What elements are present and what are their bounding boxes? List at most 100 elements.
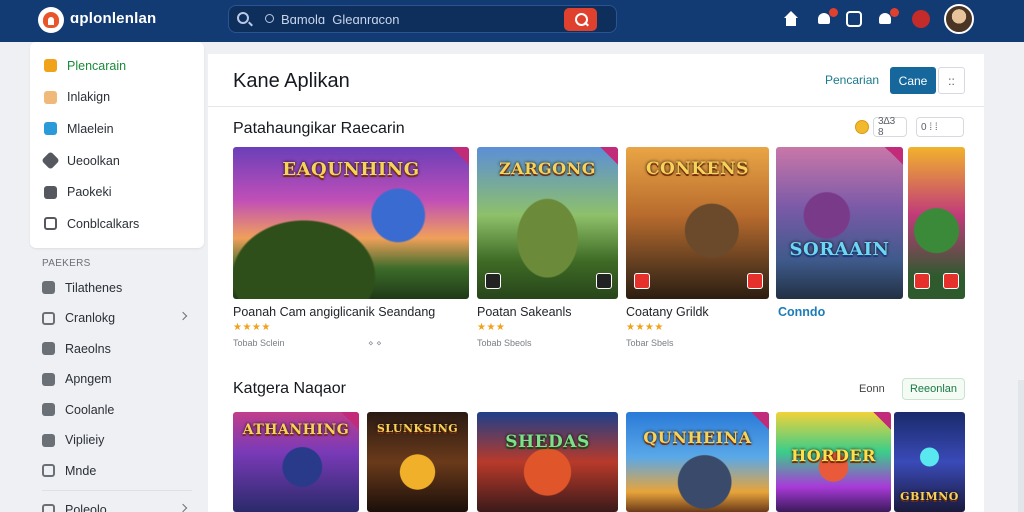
sidebar-item-raeolns[interactable]: Raeolns xyxy=(30,334,204,365)
game-card[interactable]: EAQUNHING xyxy=(233,147,469,299)
document-icon xyxy=(42,342,55,356)
game-card[interactable]: ATHANHING xyxy=(233,412,359,512)
ring-icon xyxy=(42,311,55,325)
sidebar-item-mnde[interactable]: Mnde xyxy=(30,456,204,487)
notification-dot xyxy=(890,8,899,17)
game-logo-text: ZARGONG xyxy=(499,159,596,178)
store-icon xyxy=(44,59,57,73)
sidebar-item-cranlokg[interactable]: Cranlokg xyxy=(30,303,204,334)
main-content: Kane Aplikan Pencarian Cane :: Patahaung… xyxy=(208,54,984,512)
sidebar-item-inlakign[interactable]: Inlakign xyxy=(30,82,204,114)
sidebar-item-ueoolkan[interactable]: Ueoolkan xyxy=(30,145,204,177)
game-card[interactable]: GBIMNO xyxy=(894,412,965,512)
ribbon-icon xyxy=(885,147,903,165)
sidebar-item-label: Plencarain xyxy=(67,58,127,73)
game-card[interactable]: SHEDAS xyxy=(477,412,618,512)
sidebar-secondary-nav: Tilathenes Cranlokg Raeolns Apngem Coola… xyxy=(30,273,204,512)
home-icon[interactable] xyxy=(783,11,799,27)
ribbon-icon xyxy=(751,412,769,430)
coin-icon xyxy=(855,120,869,134)
user-icon[interactable] xyxy=(912,10,930,28)
ribbon-icon xyxy=(341,412,359,430)
game-card[interactable]: HORDER xyxy=(776,412,891,512)
card-title-link[interactable]: Conndo xyxy=(778,305,825,319)
section-button[interactable]: Reeonlan xyxy=(902,378,965,400)
sidebar-item-label: Cranlokg xyxy=(65,311,116,326)
sidebar-item-conblcalkars[interactable]: Conblcalkars xyxy=(30,208,204,240)
game-logo-text: GBIMNO xyxy=(900,490,959,503)
notification-dot xyxy=(829,8,838,17)
chat-icon[interactable] xyxy=(846,11,862,27)
card-title[interactable]: Coatany Grildk xyxy=(626,305,709,319)
scrollbar[interactable] xyxy=(1018,380,1024,512)
badge-icon xyxy=(943,273,959,289)
game-card[interactable]: QUNHEINA xyxy=(626,412,769,512)
sidebar-item-label: Poleolo xyxy=(65,503,107,512)
more-options-button[interactable]: :: xyxy=(938,67,965,94)
sidebar-item-plencarain[interactable]: Plencarain xyxy=(30,50,204,82)
sidebar-item-coolanle[interactable]: Coolanle xyxy=(30,395,204,426)
sidebar: Plencarain Inlakign Mlaelein Ueoolkan Pa… xyxy=(30,42,204,512)
game-logo-text: SHEDAS xyxy=(505,432,590,452)
sidebar-item-label: Mnde xyxy=(65,463,97,478)
game-logo-text: QUNHEINA xyxy=(643,428,752,447)
section-link[interactable]: Eonn xyxy=(859,383,885,395)
search-icon xyxy=(237,12,249,24)
sidebar-item-label: Apngem xyxy=(65,372,112,387)
sidebar-item-tilathenes[interactable]: Tilathenes xyxy=(30,273,204,304)
bell-icon[interactable] xyxy=(816,8,838,27)
game-card[interactable] xyxy=(908,147,965,299)
game-logo-text: EAQUNHING xyxy=(282,159,420,180)
rating-stars: ★★★ xyxy=(477,322,506,333)
sidebar-item-label: Inlakign xyxy=(67,90,111,105)
sidebar-item-poleolo[interactable]: Poleolo xyxy=(30,495,204,512)
game-card[interactable]: SLUNKSING xyxy=(367,412,468,512)
sidebar-item-label: Paokeki xyxy=(67,185,112,200)
card-title[interactable]: Poatan Sakeanls xyxy=(477,305,572,319)
sidebar-item-label: Conblcalkars xyxy=(67,216,140,231)
flag-icon xyxy=(44,185,57,199)
primary-button[interactable]: Cane xyxy=(890,67,936,94)
tag-icon xyxy=(41,151,60,170)
sidebar-item-apngem[interactable]: Apngem xyxy=(30,364,204,395)
app-logo[interactable] xyxy=(38,7,64,33)
filter-pill[interactable]: 3∆3 8 xyxy=(873,116,907,138)
sidebar-item-paokeki[interactable]: Paokeki xyxy=(30,176,204,208)
badge-icon xyxy=(914,273,930,289)
card-title[interactable]: Poanah Cam angiglicanik Seandang xyxy=(233,305,435,319)
sidebar-section-label: PAEKERS xyxy=(42,257,91,269)
game-logo-text: HORDER xyxy=(791,446,876,465)
game-card[interactable]: ZARGONG xyxy=(477,147,618,299)
game-thumbnail xyxy=(776,147,903,299)
search-button[interactable] xyxy=(564,8,597,31)
ribbon-icon xyxy=(451,147,469,165)
search-input[interactable] xyxy=(281,9,561,29)
game-card[interactable]: CONKENS xyxy=(626,147,769,299)
sidebar-item-label: Tilathenes xyxy=(65,280,123,295)
search-icon xyxy=(44,217,57,231)
section-title: Patahaungikar Raecarin xyxy=(233,120,405,137)
sidebar-item-mlaelein[interactable]: Mlaelein xyxy=(30,113,204,145)
filter-pill[interactable]: 0 ⁞ ⁞ xyxy=(916,117,964,137)
sidebar-divider xyxy=(42,490,192,492)
game-logo-text: SLUNKSING xyxy=(376,422,459,435)
ribbon-icon xyxy=(873,412,891,430)
search-link-button[interactable]: Pencarian xyxy=(825,73,879,87)
game-logo-text: CONKENS xyxy=(646,159,749,179)
bell-icon[interactable] xyxy=(877,8,899,27)
search-icon xyxy=(265,14,274,23)
user-group-icon xyxy=(42,281,55,295)
tv-icon xyxy=(44,122,57,136)
clock-icon xyxy=(42,503,55,512)
card-meta: Tobab Sbeols xyxy=(477,338,532,348)
brand-name[interactable]: ɑplonlenlan xyxy=(70,10,156,27)
card-meta: Tobab Sclein xyxy=(233,338,285,348)
logo-icon xyxy=(43,12,59,28)
sidebar-item-viplieiy[interactable]: Viplieiy xyxy=(30,425,204,456)
share-icon[interactable]: ⋄ ⋄ xyxy=(368,338,382,349)
pin-icon xyxy=(42,403,55,417)
avatar[interactable] xyxy=(944,4,974,34)
game-card[interactable]: SORAAIN xyxy=(776,147,903,299)
sidebar-item-label: Ueoolkan xyxy=(67,153,120,168)
game-logo-text: SORAAIN xyxy=(789,239,890,260)
